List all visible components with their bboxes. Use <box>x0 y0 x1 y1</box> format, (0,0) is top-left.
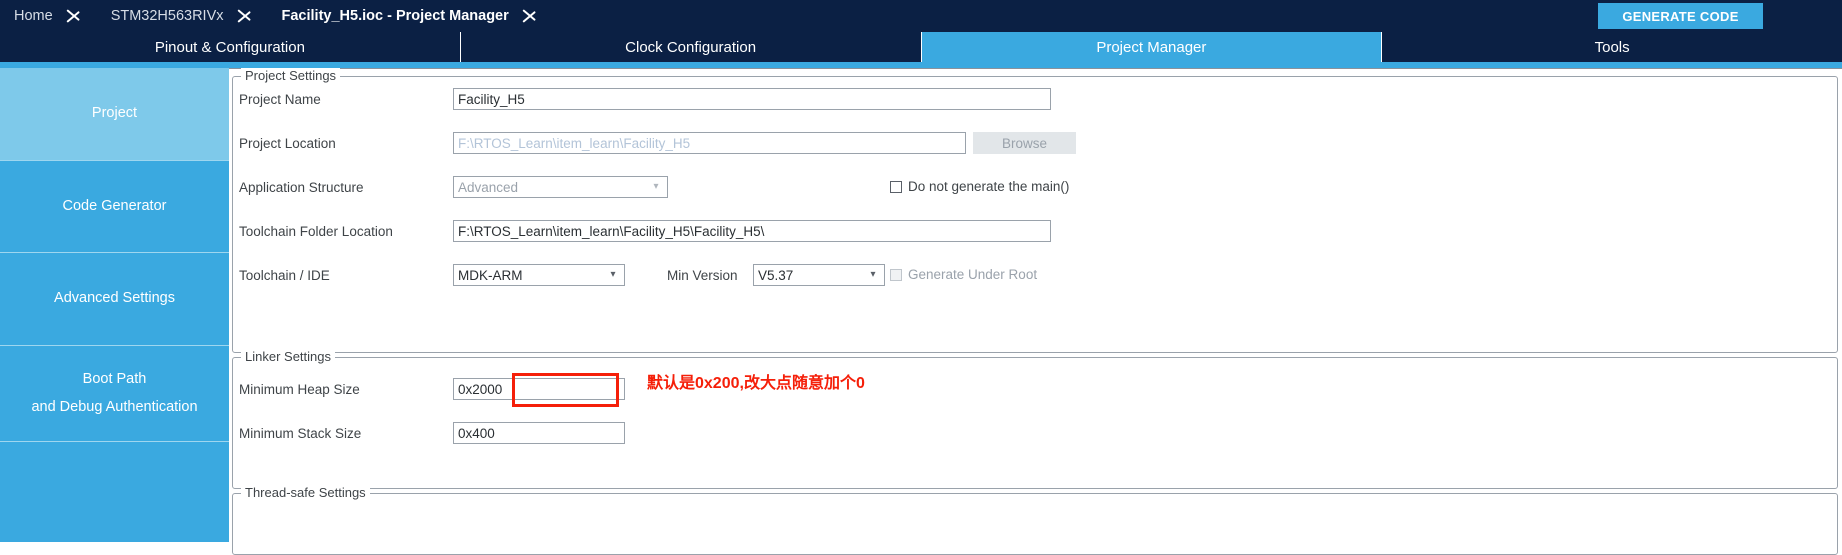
sidebar-item-label: Project <box>91 105 138 122</box>
project-name-input[interactable] <box>453 88 1051 110</box>
min-version-select[interactable]: V5.37 ▾ <box>753 264 885 286</box>
breadcrumb: Home STM32H563RIVx Facility_H5.ioc - Pro… <box>0 0 549 32</box>
sidebar-item-boot-path-debug-authentication[interactable]: Boot Path and Debug Authentication <box>0 346 229 442</box>
sidebar-item-advanced-settings[interactable]: Advanced Settings <box>0 253 229 346</box>
annotation-text: 默认是0x200,改大点随意加个0 <box>647 375 865 392</box>
tab-clock-configuration[interactable]: Clock Configuration <box>460 32 922 62</box>
sidebar-item-project[interactable]: Project <box>0 68 229 161</box>
project-settings-group: Project Settings Project Name Project Lo… <box>232 68 1838 353</box>
thread-safe-settings-group: Thread-safe Settings <box>232 485 1838 555</box>
checkbox-icon <box>890 268 902 281</box>
linker-settings-group: Linker Settings Minimum Heap Size Minimu… <box>232 349 1838 489</box>
minimum-stack-size-label: Minimum Stack Size <box>239 426 362 441</box>
sidebar: Project Code Generator Advanced Settings… <box>0 68 229 542</box>
sidebar-item-code-generator[interactable]: Code Generator <box>0 161 229 253</box>
chevron-down-icon: ▾ <box>653 181 659 192</box>
breadcrumb-chevron-icon <box>234 0 264 32</box>
breadcrumb-chevron-icon <box>63 0 93 32</box>
toolchain-folder-location-label: Toolchain Folder Location <box>239 224 393 239</box>
sidebar-item-extra[interactable] <box>0 442 229 545</box>
sidebar-item-label: Advanced Settings <box>54 290 175 307</box>
sidebar-item-label-line2: and Debug Authentication <box>31 398 198 415</box>
project-settings-group-title: Project Settings <box>241 68 341 83</box>
toolchain-folder-location-input[interactable] <box>453 220 1051 242</box>
chevron-down-icon: ▾ <box>610 269 616 280</box>
breadcrumb-item-mcu[interactable]: STM32H563RIVx <box>93 0 234 32</box>
chevron-down-icon: ▾ <box>870 269 876 280</box>
linker-settings-group-title: Linker Settings <box>241 349 335 364</box>
sidebar-item-label: Code Generator <box>62 197 167 214</box>
project-location-label: Project Location <box>239 136 336 151</box>
sidebar-item-label: Boot Path <box>82 370 147 387</box>
main-tab-bar: Pinout & Configuration Clock Configurati… <box>0 32 1842 62</box>
toolchain-ide-value: MDK-ARM <box>458 267 523 283</box>
min-version-label: Min Version <box>667 268 738 283</box>
project-name-label: Project Name <box>239 92 321 107</box>
minimum-heap-size-input[interactable] <box>453 378 625 400</box>
application-structure-value: Advanced <box>458 179 519 195</box>
project-location-input[interactable] <box>453 132 966 154</box>
toolchain-ide-select[interactable]: MDK-ARM ▾ <box>453 264 625 286</box>
tab-pinout-configuration[interactable]: Pinout & Configuration <box>0 32 461 62</box>
thread-safe-settings-group-title: Thread-safe Settings <box>241 485 370 500</box>
application-structure-label: Application Structure <box>239 180 364 195</box>
project-manager-panel: Project Settings Project Name Project Lo… <box>229 68 1842 555</box>
tab-project-manager[interactable]: Project Manager <box>921 32 1383 62</box>
do-not-generate-main-label: Do not generate the main() <box>908 179 1070 194</box>
generate-under-root-checkbox: Generate Under Root <box>890 267 1037 282</box>
browse-button[interactable]: Browse <box>973 132 1076 154</box>
breadcrumb-item-home[interactable]: Home <box>0 0 63 32</box>
breadcrumb-item-current[interactable]: Facility_H5.ioc - Project Manager <box>264 0 519 32</box>
do-not-generate-main-checkbox[interactable]: Do not generate the main() <box>890 179 1069 194</box>
breadcrumb-chevron-icon <box>519 0 549 32</box>
title-bar: Home STM32H563RIVx Facility_H5.ioc - Pro… <box>0 0 1842 32</box>
min-version-value: V5.37 <box>758 267 794 283</box>
application-structure-select[interactable]: Advanced ▾ <box>453 176 668 198</box>
tab-tools[interactable]: Tools <box>1382 32 1842 62</box>
checkbox-icon <box>890 180 902 193</box>
minimum-stack-size-input[interactable] <box>453 422 625 444</box>
generate-under-root-label: Generate Under Root <box>908 267 1038 282</box>
generate-code-button[interactable]: GENERATE CODE <box>1598 3 1763 29</box>
minimum-heap-size-label: Minimum Heap Size <box>239 382 360 397</box>
toolchain-ide-label: Toolchain / IDE <box>239 268 330 283</box>
